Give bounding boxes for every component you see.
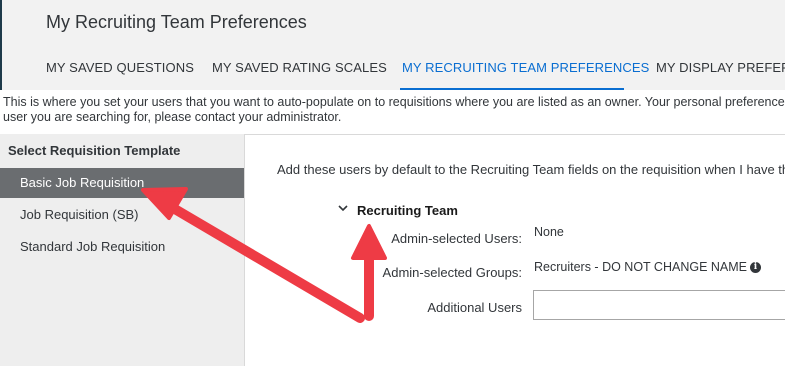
sidebar-item-label: Basic Job Requisition [20,175,145,190]
chevron-down-icon[interactable] [337,202,349,217]
admin-users-label: Admin-selected Users: [391,231,522,246]
sidebar-header: Select Requisition Template [8,143,181,158]
sidebar-item-job-requisition-sb[interactable]: Job Requisition (SB) [0,200,244,230]
sidebar-item-label: Standard Job Requisition [20,239,166,254]
info-icon[interactable]: i [750,262,761,274]
sidebar-item-basic-job-requisition[interactable]: Basic Job Requisition [0,168,244,198]
page-title: My Recruiting Team Preferences [46,12,307,32]
instruction-text: Add these users by default to the Recrui… [277,162,785,177]
tab-bar: MY SAVED QUESTIONS MY SAVED RATING SCALE… [0,60,785,90]
arrow-head-section [351,224,387,260]
tab-recruiting-team-preferences[interactable]: MY RECRUITING TEAM PREFERENCES [402,60,649,75]
tab-saved-rating-scales[interactable]: MY SAVED RATING SCALES [212,60,387,75]
admin-groups-row: Recruiters - DO NOT CHANGE NAME i [534,260,761,274]
admin-groups-value: Recruiters - DO NOT CHANGE NAME [534,260,747,274]
sidebar-item-standard-job-requisition[interactable]: Standard Job Requisition [0,232,244,262]
tab-display-preferences[interactable]: MY DISPLAY PREFERE [656,60,785,75]
tab-saved-questions[interactable]: MY SAVED QUESTIONS [46,60,194,75]
admin-users-value: None [534,225,564,239]
page-description: This is where you set your users that yo… [3,95,785,125]
additional-users-label: Additional Users [427,300,522,315]
section-title[interactable]: Recruiting Team [357,203,458,218]
description-line-2: user you are searching for, please conta… [3,110,342,124]
sidebar-item-label: Job Requisition (SB) [20,207,139,222]
template-sidebar: Select Requisition Template Basic Job Re… [0,134,245,366]
active-tab-indicator [400,88,624,90]
admin-groups-label: Admin-selected Groups: [382,265,522,280]
additional-users-input[interactable] [533,290,785,320]
description-line-1: This is where you set your users that yo… [3,95,785,109]
